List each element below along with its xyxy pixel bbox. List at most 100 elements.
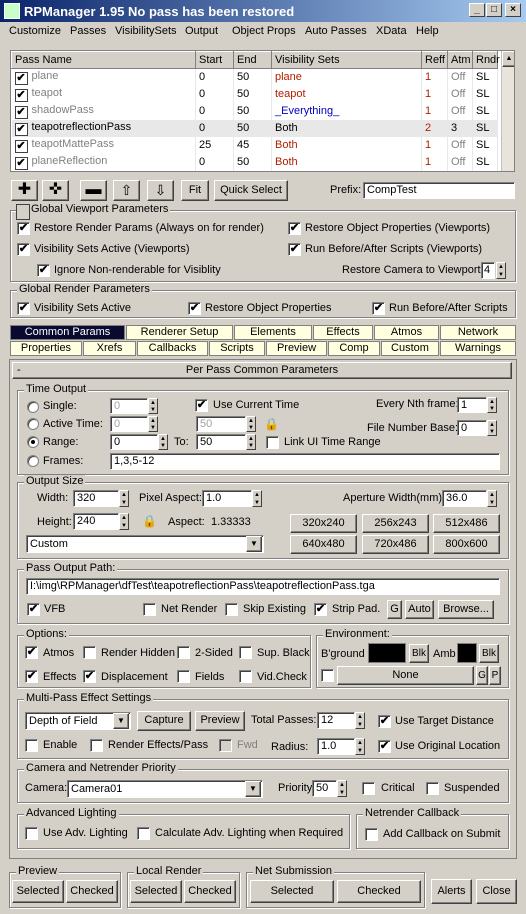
tab-effects[interactable]: Effects [313,325,373,340]
remove-pass-button[interactable]: ▬ [80,180,107,201]
preset-720x486-button[interactable]: 720x486 [362,535,429,554]
sup-black-checkbox[interactable] [239,646,252,659]
restore-object-props-render-checkbox[interactable]: ✔ [188,302,201,315]
prefix-input[interactable]: CompTest [363,182,515,199]
width-spinner[interactable]: ▲ ▼ [119,490,129,507]
priority-spinner[interactable]: ▲ ▼ [337,780,347,797]
tab-properties[interactable]: Properties [10,341,82,356]
close-button[interactable]: Close [476,879,517,904]
active-to-input[interactable]: 50 [196,416,246,432]
preset-512x486-button[interactable]: 512x486 [433,514,500,533]
fit-button[interactable]: Fit [181,180,209,201]
menu-auto-passes[interactable]: Auto Passes [305,25,367,37]
pass-enabled-checkbox[interactable]: ✔ [14,88,28,102]
path-g-button[interactable]: G [387,600,402,619]
width-input[interactable]: 320 [73,490,119,507]
use-adv-lighting-checkbox[interactable] [25,827,38,840]
frames-input[interactable]: 1,3,5-12 [110,453,500,470]
effects-checkbox[interactable]: ✔ [25,670,38,683]
file-number-base-spinner[interactable]: ▲ ▼ [487,420,497,436]
single-radio[interactable] [27,401,39,413]
range-to-input[interactable]: 50 [196,434,246,450]
render-hidden-checkbox[interactable] [83,646,96,659]
total-passes-spinner[interactable]: ▲ ▼ [355,712,365,729]
menu-help[interactable]: Help [416,25,439,37]
tab-preview[interactable]: Preview [266,341,327,356]
pixel-aspect-input[interactable]: 1.0 [202,490,252,507]
preview-selected-button[interactable]: Selected [12,880,64,903]
tab-callbacks[interactable]: Callbacks [137,341,208,356]
tab-renderer-setup[interactable]: Renderer Setup [126,325,233,340]
pass-enabled-checkbox[interactable]: ✔ [14,139,28,153]
net-selected-button[interactable]: Selected [250,880,334,903]
pass-row[interactable]: ✔ teapotMattePass 25 45 Both 1 Off SL [11,136,498,154]
local-checked-button[interactable]: Checked [184,880,236,903]
height-spinner[interactable]: ▲ ▼ [119,513,129,530]
local-selected-button[interactable]: Selected [130,880,182,903]
alerts-button[interactable]: Alerts [431,879,472,904]
tab-atmos[interactable]: Atmos [374,325,439,340]
menu-output[interactable]: Output [185,25,218,37]
radius-input[interactable]: 1.0 [317,738,355,755]
single-spinner[interactable]: ▲ ▼ [148,398,158,414]
net-checked-button[interactable]: Checked [337,880,421,903]
active-to-spinner[interactable]: ▲ ▼ [246,416,256,432]
priority-input[interactable]: 50 [312,780,337,797]
tab-xrefs[interactable]: Xrefs [83,341,136,356]
preset-800x600-button[interactable]: 800x600 [433,535,500,554]
add-multiple-passes-button[interactable]: ✜ [42,180,69,201]
two-sided-checkbox[interactable] [177,646,190,659]
vis-sets-viewports-checkbox[interactable]: ✔ [17,243,30,256]
tab-elements[interactable]: Elements [234,325,312,340]
frames-radio[interactable] [27,455,39,467]
aperture-spinner[interactable]: ▲ ▼ [487,490,497,507]
tab-warnings[interactable]: Warnings [440,341,516,356]
scroll-up-icon[interactable]: ▲ [502,51,514,67]
tab-comp[interactable]: Comp [328,341,380,356]
range-from-input[interactable]: 0 [110,434,158,450]
preset-640x480-button[interactable]: 640x480 [290,535,357,554]
range-to-spinner[interactable]: ▲ ▼ [246,434,256,450]
output-path-input[interactable]: I:\img\RPManager\dfTest\teapotreflection… [26,578,500,595]
tab-custom[interactable]: Custom [381,341,439,356]
preset-320x240-button[interactable]: 320x240 [290,514,357,533]
camera-chevron-down-icon[interactable]: ▼ [245,781,261,797]
menu-customize[interactable]: Customize [9,25,61,37]
pass-row[interactable]: ✔ teapotreflectionPass 0 50 Both 2 3 SL [11,119,498,137]
add-pass-button[interactable]: ✚ [11,180,38,201]
displacement-checkbox[interactable]: ✔ [83,670,96,683]
pass-enabled-checkbox[interactable]: ✔ [14,71,28,85]
file-number-base-input[interactable]: 0 [457,420,487,436]
chevron-down-icon[interactable]: ▼ [246,536,262,552]
strip-pad-checkbox[interactable]: ✔ [314,603,327,616]
restore-camera-input[interactable]: 4 [481,262,495,279]
use-original-location-checkbox[interactable]: ✔ [378,740,391,753]
menu-passes[interactable]: Passes [70,25,106,37]
fwd-checkbox[interactable] [219,739,232,752]
col-reff[interactable]: Reff [421,51,448,69]
move-up-button[interactable]: ⇧ [113,180,140,201]
range-from-spinner[interactable]: ▲ ▼ [158,434,168,450]
env-p-button[interactable]: P [489,666,501,685]
preview-checked-button[interactable]: Checked [66,880,118,903]
pass-row[interactable]: ✔ teapot 0 50 teapot 1 Off SL [11,85,498,103]
restore-camera-spinner[interactable]: ▲ ▼ [496,262,506,279]
vid-check-checkbox[interactable] [239,670,252,683]
pass-row[interactable]: ✔ plane 0 50 plane 1 Off SL [11,68,498,86]
size-preset-dropdown[interactable]: Custom ▼ [26,535,264,553]
col-visibility-sets[interactable]: Visibility Sets [271,51,422,69]
pass-row[interactable]: ✔ planeReflection 0 50 Both 1 Off SL [11,153,498,171]
minimize-icon[interactable]: _ [469,3,485,17]
size-lock-icon[interactable]: 🔒 [142,514,157,528]
render-effects-pass-checkbox[interactable] [90,739,103,752]
close-icon[interactable]: × [505,3,521,17]
radius-spinner[interactable]: ▲ ▼ [355,738,365,755]
vfb-checkbox[interactable]: ✔ [27,603,40,616]
col-end[interactable]: End [233,51,272,69]
active-time-radio[interactable] [27,418,39,430]
pass-list[interactable]: Pass Name Start End Visibility Sets Reff… [10,50,515,172]
pass-list-scrollbar[interactable]: ▲ [501,51,514,171]
total-passes-input[interactable]: 12 [317,712,355,729]
critical-checkbox[interactable] [362,782,375,795]
active-from-input[interactable]: 0 [110,416,148,432]
